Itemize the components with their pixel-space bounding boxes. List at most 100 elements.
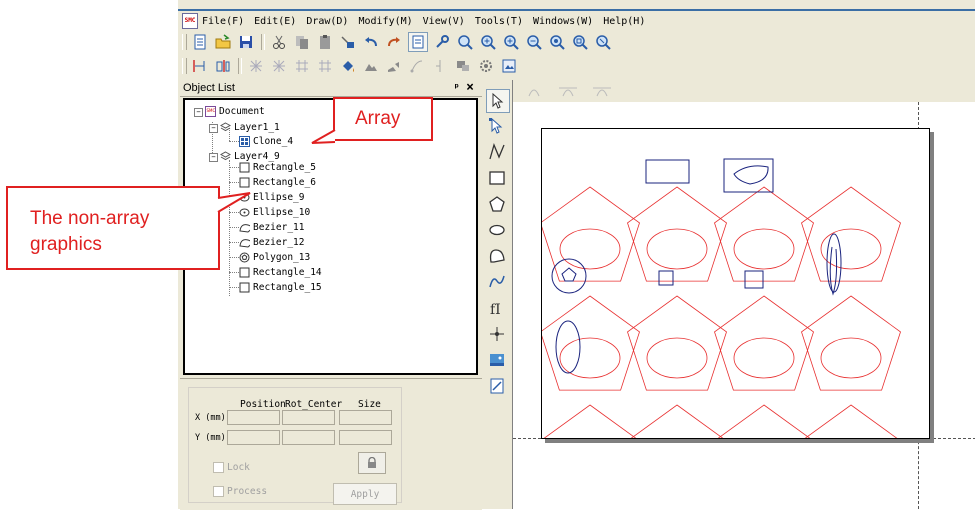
tree-node-label: Rectangle_15 bbox=[253, 282, 322, 293]
tree-node-rectangle[interactable]: Rectangle_14 bbox=[239, 266, 322, 279]
tree-node-polygon[interactable]: Polygon_13 bbox=[239, 251, 310, 264]
menu-view[interactable]: View(V) bbox=[423, 16, 465, 27]
ellipse-shape bbox=[555, 320, 581, 374]
menu-windows[interactable]: Windows(W) bbox=[533, 16, 593, 27]
redo-icon[interactable] bbox=[385, 33, 403, 51]
bezier-tool-icon[interactable] bbox=[486, 245, 508, 267]
tree-node-rectangle[interactable]: Rectangle_15 bbox=[239, 281, 322, 294]
zoom-in-icon[interactable] bbox=[479, 33, 497, 51]
save-icon[interactable] bbox=[237, 33, 255, 51]
new-file-icon[interactable] bbox=[191, 33, 209, 51]
select-arrow-icon[interactable] bbox=[486, 89, 510, 113]
bezier-icon bbox=[239, 237, 250, 248]
array-copy-icon[interactable] bbox=[339, 33, 357, 51]
lock-checkbox[interactable] bbox=[213, 462, 224, 473]
tree-connector bbox=[229, 182, 239, 183]
align-left-icon[interactable] bbox=[191, 57, 209, 75]
shape-icon[interactable] bbox=[362, 57, 380, 75]
lock-button[interactable] bbox=[358, 452, 386, 474]
pin-icon[interactable]: ᵖ bbox=[453, 81, 460, 94]
apply-button[interactable]: Apply bbox=[333, 483, 397, 505]
paste-icon[interactable] bbox=[316, 33, 334, 51]
document-page[interactable] bbox=[540, 128, 930, 500]
polyline-tool-icon[interactable] bbox=[486, 141, 508, 163]
document-icon: SMC bbox=[205, 106, 216, 117]
align-right-icon[interactable] bbox=[214, 57, 232, 75]
undo-icon[interactable] bbox=[362, 33, 380, 51]
tree-node-document[interactable]: SMC Document bbox=[205, 105, 265, 118]
tree-node-rectangle[interactable]: Rectangle_5 bbox=[239, 161, 316, 174]
zoom-fit-icon[interactable] bbox=[594, 33, 612, 51]
layer-icon bbox=[220, 122, 231, 133]
polygon-tool-icon[interactable] bbox=[486, 193, 508, 215]
column-header-position: Position bbox=[240, 399, 286, 410]
process-checkbox[interactable] bbox=[213, 486, 224, 497]
curve-tool-icon[interactable] bbox=[486, 271, 508, 293]
path-icon[interactable] bbox=[408, 57, 426, 75]
y-position-field[interactable] bbox=[227, 430, 280, 445]
collapse-toggle[interactable]: − bbox=[209, 153, 218, 162]
measure-tool-icon[interactable] bbox=[486, 375, 508, 397]
x-size-field[interactable] bbox=[339, 410, 392, 425]
zoom-page-icon[interactable] bbox=[571, 33, 589, 51]
text-tool-icon[interactable]: fI bbox=[486, 297, 508, 319]
menu-help[interactable]: Help(H) bbox=[603, 16, 645, 27]
layer-icon bbox=[220, 151, 231, 162]
tree-node-clone[interactable]: Clone_4 bbox=[239, 135, 293, 148]
bezier-shape bbox=[733, 165, 769, 185]
collapse-toggle[interactable]: − bbox=[194, 108, 203, 117]
drawing-canvas[interactable] bbox=[512, 80, 975, 509]
object-list-icon[interactable] bbox=[408, 32, 428, 52]
tree-node-layer[interactable]: Layer1_1 bbox=[220, 121, 280, 134]
close-panel-icon[interactable]: × bbox=[466, 80, 474, 95]
toolbar-grip[interactable] bbox=[182, 34, 187, 50]
polygon-icon bbox=[239, 252, 250, 263]
group-icon[interactable] bbox=[454, 57, 472, 75]
copy-icon[interactable] bbox=[293, 33, 311, 51]
node-icon[interactable] bbox=[431, 57, 449, 75]
menu-file[interactable]: File(F) bbox=[202, 16, 244, 27]
point-tool-icon[interactable] bbox=[486, 323, 508, 345]
grid-c-icon[interactable] bbox=[293, 57, 311, 75]
clone-array-icon bbox=[239, 136, 250, 147]
open-folder-icon[interactable] bbox=[214, 33, 232, 51]
non-array-callout-line2: graphics bbox=[30, 234, 102, 255]
x-position-field[interactable] bbox=[227, 410, 280, 425]
process-label: Process bbox=[227, 486, 268, 497]
settings-icon[interactable] bbox=[477, 57, 495, 75]
rectangle-icon bbox=[239, 282, 250, 293]
tree-node-label: Clone_4 bbox=[253, 136, 294, 147]
zoom-in-plus-icon[interactable] bbox=[502, 33, 520, 51]
app-icon[interactable]: SMC bbox=[182, 13, 198, 29]
menu-edit[interactable]: Edit(E) bbox=[254, 16, 296, 27]
toolbar-grip[interactable] bbox=[182, 58, 187, 74]
ellipse-tool-icon[interactable] bbox=[486, 219, 508, 241]
menu-tools[interactable]: Tools(T) bbox=[475, 16, 523, 27]
tree-node-label: Rectangle_5 bbox=[253, 162, 316, 173]
x-rot-center-field[interactable] bbox=[282, 410, 335, 425]
menu-draw[interactable]: Draw(D) bbox=[306, 16, 348, 27]
tree-node-rectangle[interactable]: Rectangle_6 bbox=[239, 176, 316, 189]
fill-icon[interactable] bbox=[339, 57, 357, 75]
zoom-icon[interactable] bbox=[456, 33, 474, 51]
standard-toolbar bbox=[178, 31, 975, 53]
image-tool-icon[interactable] bbox=[486, 349, 508, 371]
rectangle-tool-icon[interactable] bbox=[486, 167, 508, 189]
properties-icon[interactable] bbox=[433, 33, 451, 51]
tree-node-label: Rectangle_6 bbox=[253, 177, 316, 188]
collapse-toggle[interactable]: − bbox=[209, 124, 218, 133]
grid-a-icon[interactable] bbox=[247, 57, 265, 75]
grid-b-icon[interactable] bbox=[270, 57, 288, 75]
zoom-all-icon[interactable] bbox=[548, 33, 566, 51]
y-rot-center-field[interactable] bbox=[282, 430, 335, 445]
drawing-toolbar: fI bbox=[483, 80, 511, 430]
cut-icon[interactable] bbox=[270, 33, 288, 51]
grid-d-icon[interactable] bbox=[316, 57, 334, 75]
node-edit-icon[interactable] bbox=[486, 115, 508, 137]
y-size-field[interactable] bbox=[339, 430, 392, 445]
transform-icon[interactable] bbox=[385, 57, 403, 75]
menu-modify[interactable]: Modify(M) bbox=[358, 16, 412, 27]
tree-node-bezier[interactable]: Bezier_12 bbox=[239, 236, 304, 249]
image-icon[interactable] bbox=[500, 57, 518, 75]
zoom-out-icon[interactable] bbox=[525, 33, 543, 51]
